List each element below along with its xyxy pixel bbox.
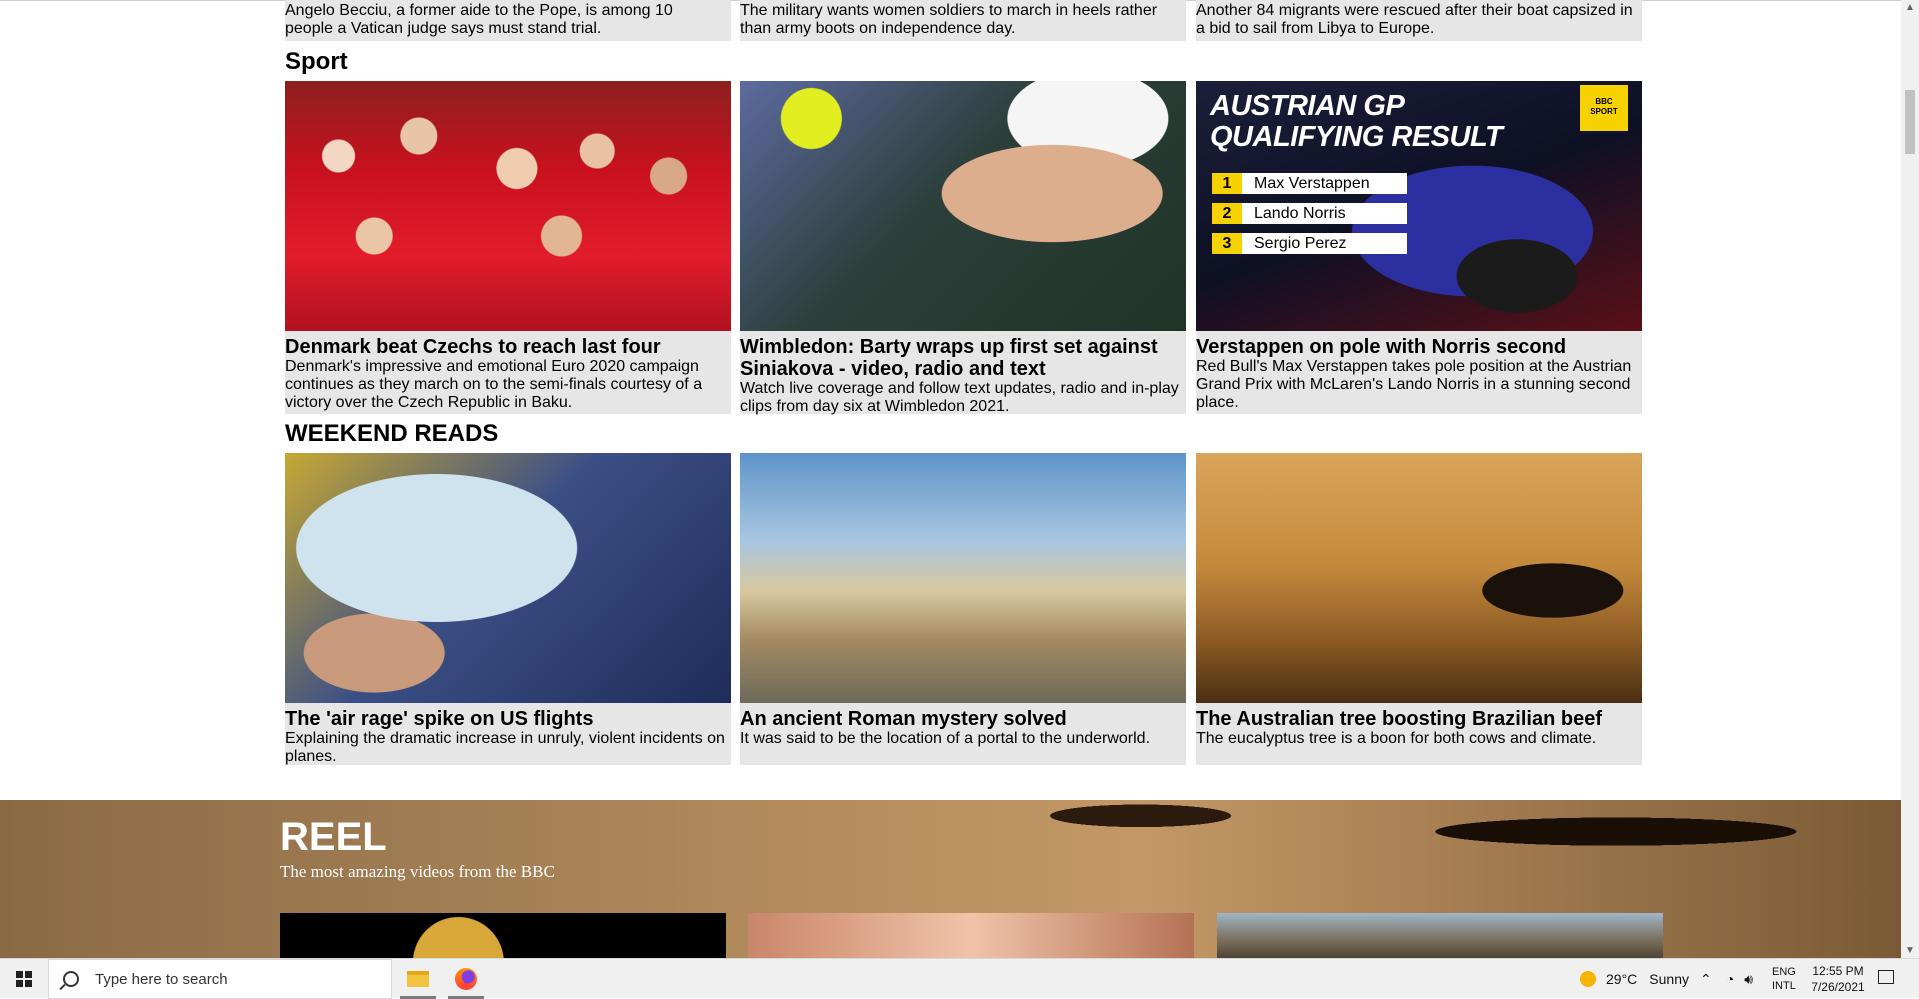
f1-result-row: 2 Lando Norris (1212, 203, 1407, 224)
card-summary: Red Bull's Max Verstappen takes pole pos… (1196, 358, 1632, 411)
card-headline[interactable]: Wimbledon: Barty wraps up first set agai… (740, 336, 1186, 380)
search-placeholder: Type here to search (95, 970, 228, 988)
card-headline[interactable]: Denmark beat Czechs to reach last four (285, 336, 731, 358)
taskbar-clock[interactable]: 12:55 PM 7/26/2021 (1808, 959, 1868, 999)
file-explorer-taskbar-button[interactable] (394, 959, 442, 999)
weekend-card-air-rage[interactable]: The 'air rage' spike on US flights Expla… (285, 453, 731, 765)
card-summary: The eucalyptus tree is a boon for both c… (1196, 730, 1597, 747)
result-position: 2 (1212, 203, 1242, 224)
sport-card-wimbledon[interactable]: Wimbledon: Barty wraps up first set agai… (740, 81, 1186, 415)
news-card-becciu[interactable]: Angelo Becciu, a former aide to the Pope… (285, 0, 731, 41)
f1-title-line1: AUSTRIAN GP (1210, 90, 1405, 122)
reel-title[interactable]: REEL (280, 814, 387, 860)
f1-title-line2: QUALIFYING RESULT (1210, 121, 1503, 153)
clock-date: 7/26/2021 (1811, 980, 1865, 994)
news-card-military-heels[interactable]: The military wants women soldiers to mar… (740, 0, 1186, 41)
browser-page: Angelo Becciu, a former aide to the Pope… (0, 0, 1901, 958)
system-tray-icons[interactable]: ⌃ ◔ 🔊︎ (1700, 959, 1753, 999)
weekend-card-roman-mystery[interactable]: An ancient Roman mystery solved It was s… (740, 453, 1186, 765)
f1-graphic-title: AUSTRIAN GP QUALIFYING RESULT (1210, 90, 1503, 153)
result-position: 3 (1212, 233, 1242, 254)
face-mask-image[interactable] (285, 453, 731, 703)
lang-secondary: INTL (1772, 980, 1796, 992)
badge-line1: BBC (1595, 97, 1613, 106)
wifi-icon[interactable]: ◔ (1726, 971, 1734, 987)
barty-tennis-image[interactable] (740, 81, 1186, 331)
scrollbar-thumb[interactable] (1905, 90, 1915, 154)
f1-result-row: 3 Sergio Perez (1212, 233, 1407, 254)
card-headline[interactable]: The 'air rage' spike on US flights (285, 708, 731, 730)
denmark-fans-image[interactable] (285, 81, 731, 331)
cowboy-cattle-image[interactable] (1196, 453, 1642, 703)
weather-temperature: 29°C (1606, 971, 1638, 987)
roman-ruins-image[interactable] (740, 453, 1186, 703)
f1-qualifying-image[interactable]: AUSTRIAN GP QUALIFYING RESULT BBC SPORT … (1196, 81, 1642, 331)
card-headline[interactable]: The Australian tree boosting Brazilian b… (1196, 708, 1642, 730)
taskbar-search-box[interactable]: Type here to search (48, 959, 392, 999)
windows-taskbar: Type here to search 29°C Sunny ⌃ ◔ 🔊︎ EN… (0, 958, 1919, 999)
reel-video-thumbnail[interactable] (280, 913, 726, 958)
card-summary: Explaining the dramatic increase in unru… (285, 730, 725, 765)
card-summary: The military wants women soldiers to mar… (740, 2, 1158, 37)
windows-logo-icon (16, 971, 32, 987)
start-button[interactable] (0, 959, 48, 999)
firefox-taskbar-button[interactable] (442, 959, 490, 999)
card-headline[interactable]: Verstappen on pole with Norris second (1196, 336, 1642, 358)
firefox-icon (455, 968, 477, 990)
result-driver: Max Verstappen (1254, 175, 1370, 192)
weather-condition: Sunny (1649, 971, 1689, 987)
bbc-sport-logo: BBC SPORT (1580, 85, 1628, 131)
f1-result-row: 1 Max Verstappen (1212, 173, 1407, 194)
section-title-sport[interactable]: Sport (285, 48, 348, 76)
card-summary: Another 84 migrants were rescued after t… (1196, 2, 1633, 37)
lang-primary: ENG (1772, 966, 1796, 978)
sport-card-denmark[interactable]: Denmark beat Czechs to reach last four D… (285, 81, 731, 414)
weather-widget[interactable]: 29°C Sunny (1580, 959, 1689, 999)
reel-video-thumbnail[interactable] (748, 913, 1194, 958)
volume-icon[interactable]: 🔊︎ (1744, 971, 1753, 988)
search-icon (63, 971, 79, 987)
card-summary: Angelo Becciu, a former aide to the Pope… (285, 2, 673, 37)
sport-card-verstappen[interactable]: AUSTRIAN GP QUALIFYING RESULT BBC SPORT … (1196, 81, 1642, 414)
section-title-weekend-reads[interactable]: WEEKEND READS (285, 420, 498, 448)
news-card-migrants[interactable]: Another 84 migrants were rescued after t… (1196, 0, 1642, 41)
language-indicator[interactable]: ENG INTL (1772, 959, 1796, 999)
weekend-card-eucalyptus[interactable]: The Australian tree boosting Brazilian b… (1196, 453, 1642, 765)
scroll-down-arrow-icon[interactable]: ▼ (1905, 945, 1915, 956)
reel-subtitle: The most amazing videos from the BBC (280, 862, 555, 881)
result-position: 1 (1212, 173, 1242, 194)
chevron-up-icon[interactable]: ⌃ (1700, 971, 1712, 988)
card-summary: It was said to be the location of a port… (740, 730, 1151, 747)
result-driver: Lando Norris (1254, 205, 1346, 222)
card-summary: Denmark's impressive and emotional Euro … (285, 358, 703, 411)
card-headline[interactable]: An ancient Roman mystery solved (740, 708, 1186, 730)
vertical-scrollbar[interactable]: ▲ ▼ (1901, 0, 1919, 958)
folder-icon (407, 971, 429, 987)
reel-section: REEL The most amazing videos from the BB… (0, 800, 1901, 958)
card-summary: Watch live coverage and follow text upda… (740, 380, 1179, 415)
notification-icon[interactable] (1878, 970, 1894, 984)
result-driver: Sergio Perez (1254, 235, 1347, 252)
badge-line2: SPORT (1590, 107, 1618, 116)
sun-icon (1580, 971, 1596, 987)
reel-video-thumbnail[interactable] (1217, 913, 1663, 958)
scroll-up-arrow-icon[interactable]: ▲ (1905, 2, 1915, 13)
clock-time: 12:55 PM (1812, 964, 1864, 978)
